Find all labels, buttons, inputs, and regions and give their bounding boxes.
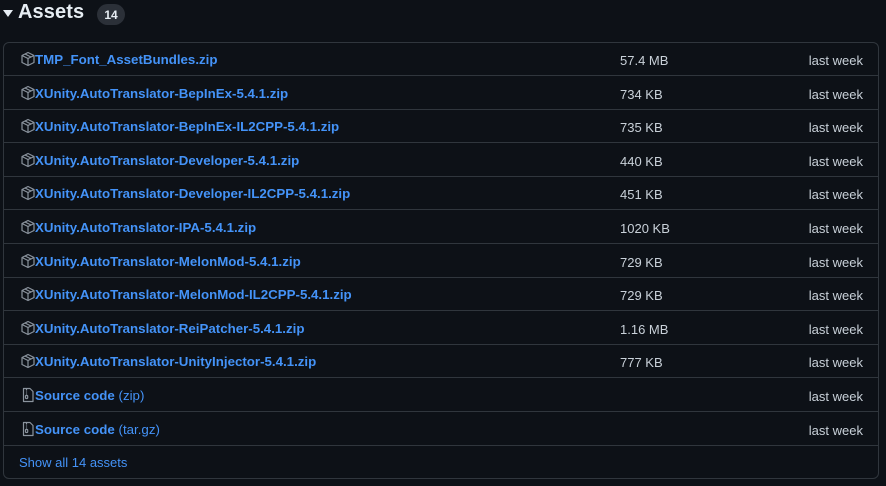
- asset-download-link[interactable]: XUnity.AutoTranslator-BepInEx-IL2CPP-5.4…: [35, 119, 339, 134]
- asset-date: last week: [808, 288, 863, 304]
- asset-date: last week: [808, 221, 863, 236]
- asset-download-link[interactable]: XUnity.AutoTranslator-Developer-IL2CPP-5…: [35, 186, 350, 201]
- package-icon: [20, 253, 36, 269]
- asset-name: XUnity.AutoTranslator-BepInEx-5.4.1.zip: [35, 85, 289, 101]
- asset-name: XUnity.AutoTranslator-BepInEx-IL2CPP-5.4…: [35, 119, 340, 135]
- package-icon: [20, 219, 36, 235]
- asset-download-link[interactable]: XUnity.AutoTranslator-MelonMod-5.4.1.zip: [35, 254, 301, 269]
- asset-date: last week: [808, 355, 863, 371]
- asset-date: last week: [808, 86, 863, 102]
- asset-date: last week: [808, 254, 863, 270]
- package-icon: [20, 320, 36, 336]
- asset-name: XUnity.AutoTranslator-UnityInjector-5.4.…: [35, 354, 317, 370]
- package-icon: [20, 286, 36, 302]
- asset-row: XUnity.AutoTranslator-BepInEx-IL2CPP-5.4…: [4, 110, 878, 144]
- asset-size: 777 KB: [620, 355, 663, 371]
- asset-format: (zip): [118, 388, 145, 403]
- asset-row: XUnity.AutoTranslator-BepInEx-5.4.1.zip 7…: [4, 77, 878, 110]
- triangle-down-icon[interactable]: [2, 8, 14, 20]
- asset-count-badge: 14: [97, 4, 125, 25]
- asset-row: XUnity.AutoTranslator-ReiPatcher-5.4.1.z…: [4, 312, 878, 345]
- asset-download-link[interactable]: Source code (zip): [35, 388, 144, 403]
- asset-size: 57.4 MB: [620, 53, 669, 68]
- asset-date: last week: [808, 153, 863, 169]
- asset-date: last week: [808, 120, 863, 136]
- asset-name: XUnity.AutoTranslator-MelonMod-5.4.1.zip: [35, 253, 301, 269]
- asset-download-link[interactable]: XUnity.AutoTranslator-UnityInjector-5.4.…: [35, 354, 316, 369]
- asset-format: (tar.gz): [118, 421, 160, 437]
- asset-date: last week: [808, 187, 863, 203]
- show-all-assets-link[interactable]: Show all 14 assets: [19, 455, 127, 470]
- asset-size: 1.16 MB: [620, 321, 669, 337]
- asset-size: 440 KB: [620, 153, 663, 169]
- package-icon: [20, 185, 36, 201]
- asset-row: XUnity.AutoTranslator-Developer-IL2CPP-5…: [4, 177, 878, 211]
- asset-date: last week: [808, 321, 863, 337]
- assets-title: Assets: [18, 1, 85, 23]
- asset-size: 734 KB: [620, 86, 663, 102]
- package-icon: [20, 118, 36, 134]
- asset-download-link[interactable]: XUnity.AutoTranslator-IPA-5.4.1.zip: [35, 220, 256, 235]
- asset-name: XUnity.AutoTranslator-ReiPatcher-5.4.1.z…: [35, 320, 305, 336]
- asset-row: XUnity.AutoTranslator-MelonMod-5.4.1.zip…: [4, 245, 878, 278]
- asset-download-link[interactable]: XUnity.AutoTranslator-MelonMod-IL2CPP-5.…: [35, 287, 352, 302]
- asset-date: last week: [808, 422, 863, 438]
- asset-size: 1020 KB: [620, 221, 670, 236]
- asset-download-link[interactable]: XUnity.AutoTranslator-BepInEx-5.4.1.zip: [35, 86, 288, 101]
- package-icon: [20, 85, 36, 101]
- asset-name: XUnity.AutoTranslator-MelonMod-IL2CPP-5.…: [35, 287, 352, 303]
- assets-list: TMP_Font_AssetBundles.zip 57.4 MB last wee…: [3, 42, 879, 479]
- asset-date: last week: [808, 389, 863, 404]
- asset-download-link[interactable]: Source code (tar.gz): [35, 422, 160, 437]
- file-zip-icon: [20, 421, 36, 437]
- asset-name: Source code: [35, 388, 115, 403]
- asset-name: Source code: [35, 421, 115, 437]
- asset-name: XUnity.AutoTranslator-Developer-IL2CPP-5…: [35, 186, 351, 202]
- asset-size: 729 KB: [620, 254, 663, 270]
- asset-download-link[interactable]: XUnity.AutoTranslator-Developer-5.4.1.zi…: [35, 153, 299, 168]
- asset-download-link[interactable]: TMP_Font_AssetBundles.zip: [35, 52, 217, 67]
- asset-row: XUnity.AutoTranslator-UnityInjector-5.4.…: [4, 345, 878, 379]
- asset-row: XUnity.AutoTranslator-Developer-5.4.1.zi…: [4, 144, 878, 177]
- asset-size: 729 KB: [620, 288, 663, 304]
- asset-row: Source code (tar.gz) last week: [4, 413, 878, 446]
- asset-row: TMP_Font_AssetBundles.zip 57.4 MB last wee…: [4, 43, 878, 76]
- package-icon: [20, 353, 36, 369]
- asset-row: XUnity.AutoTranslator-MelonMod-IL2CPP-5.…: [4, 278, 878, 312]
- package-icon: [20, 51, 36, 67]
- asset-name: XUnity.AutoTranslator-Developer-5.4.1.zi…: [35, 152, 300, 168]
- asset-download-link[interactable]: XUnity.AutoTranslator-ReiPatcher-5.4.1.z…: [35, 321, 304, 336]
- asset-date: last week: [808, 53, 863, 68]
- asset-row: Source code (zip) last week: [4, 379, 878, 412]
- file-zip-icon: [20, 387, 36, 403]
- asset-name: XUnity.AutoTranslator-IPA-5.4.1.zip: [35, 220, 257, 235]
- asset-name: TMP_Font_AssetBundles.zip: [35, 52, 218, 67]
- asset-row: XUnity.AutoTranslator-IPA-5.4.1.zip 1020 …: [4, 211, 878, 244]
- asset-size: 451 KB: [620, 187, 663, 203]
- package-icon: [20, 152, 36, 168]
- asset-size: 735 KB: [620, 120, 663, 136]
